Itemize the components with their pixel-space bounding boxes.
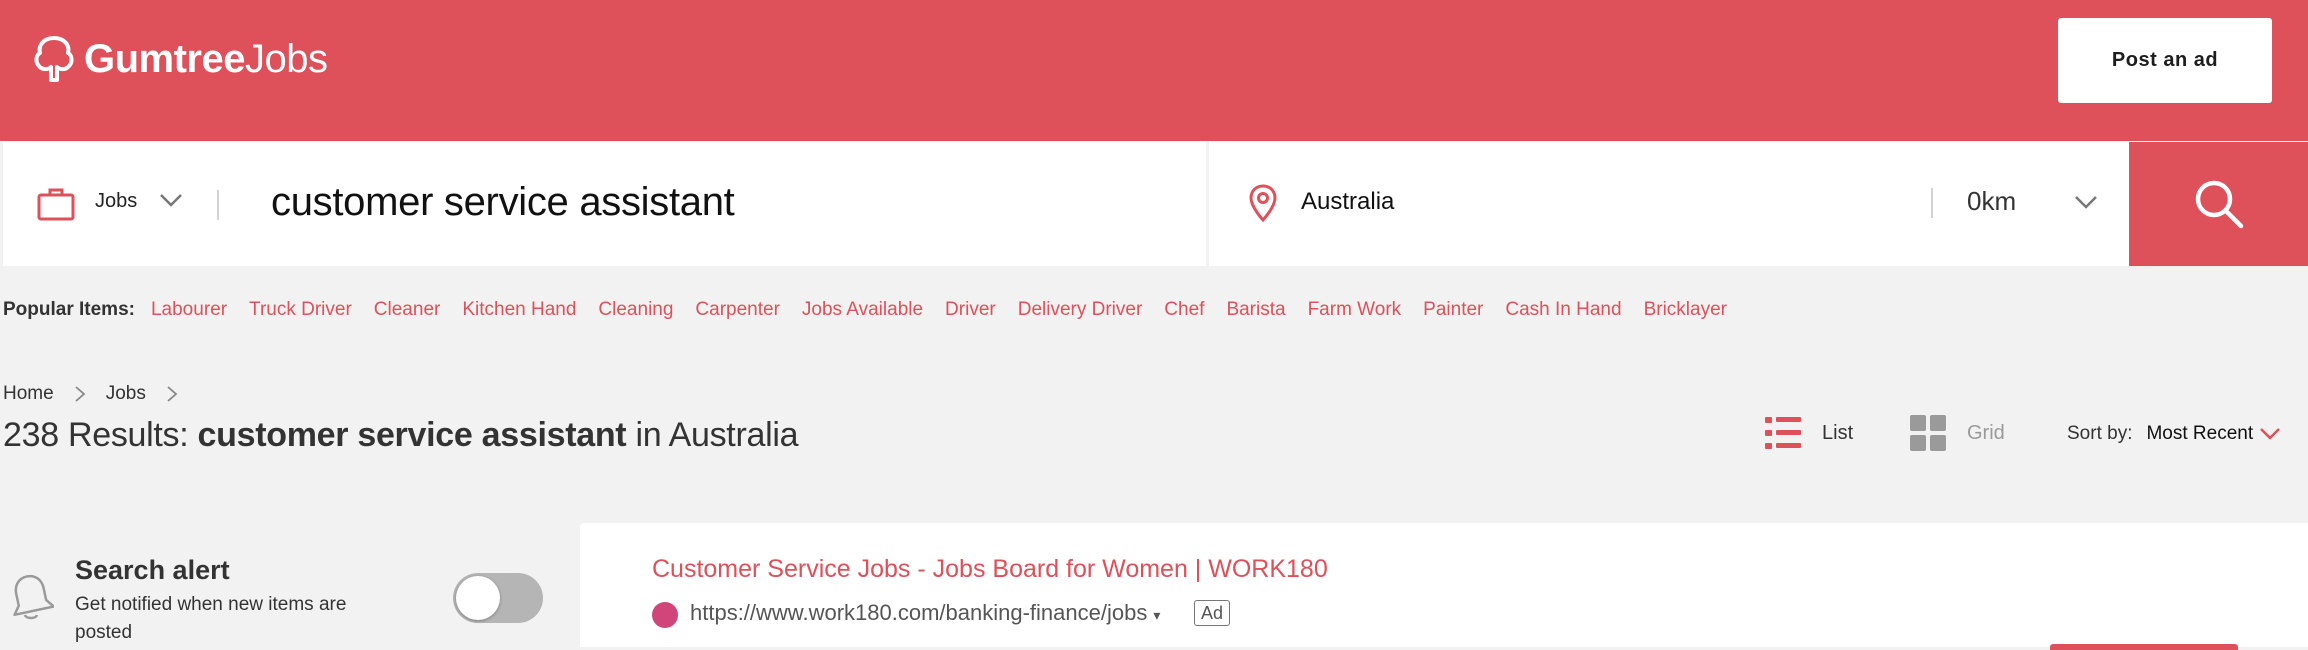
bell-icon [13, 574, 54, 620]
sort-control: Sort by: Most Recent [2067, 423, 2281, 445]
location-search-panel: Australia 0km [1209, 142, 2129, 266]
popular-item-link[interactable]: Jobs Available [802, 299, 923, 321]
breadcrumb-home[interactable]: Home [3, 383, 54, 405]
ad-badge: Ad [1194, 600, 1231, 626]
list-view-label: List [1822, 421, 1854, 444]
sort-label: Sort by: [2067, 423, 2133, 444]
location-pin-icon [1249, 184, 1277, 222]
popular-item-link[interactable]: Barista [1226, 299, 1285, 321]
popular-item-link[interactable]: Kitchen Hand [462, 299, 576, 321]
popular-item-link[interactable]: Driver [945, 299, 996, 321]
popular-items: Popular Items: Labourer Truck Driver Cle… [3, 298, 1749, 322]
search-button[interactable] [2129, 142, 2308, 266]
radius-select[interactable]: 0km [1967, 186, 2016, 217]
ad-cta-button-edge[interactable] [2050, 644, 2238, 650]
ad-title-link[interactable]: Customer Service Jobs - Jobs Board for W… [652, 555, 1328, 584]
category-select[interactable]: Jobs [95, 190, 137, 213]
list-view-icon [1765, 417, 1801, 449]
gumtree-jobs-logo[interactable]: Gumtree Jobs [34, 34, 328, 84]
results-heading: 238 Results: customer service assistant … [3, 416, 799, 455]
breadcrumb: Home Jobs [3, 383, 198, 405]
tree-logo-icon [34, 36, 74, 82]
ad-url-caret[interactable]: ▾ [1153, 607, 1160, 623]
chevron-right-icon [75, 386, 86, 402]
results-count: 238 Results: [3, 416, 198, 454]
toggle-knob [456, 576, 500, 620]
popular-item-link[interactable]: Delivery Driver [1018, 299, 1143, 321]
chevron-down-icon[interactable] [2259, 427, 2281, 441]
location-input[interactable]: Australia [1301, 188, 1394, 216]
popular-items-label: Popular Items: [3, 299, 135, 320]
popular-item-link[interactable]: Chef [1164, 299, 1204, 321]
divider [1931, 188, 1933, 218]
chevron-down-icon[interactable] [2074, 194, 2098, 210]
top-header: Gumtree Jobs Post an ad [0, 0, 2308, 141]
keyword-search-panel: Jobs customer service assistant [3, 142, 1206, 266]
work180-favicon-icon [652, 602, 678, 628]
search-alert-description: Get notified when new items are posted [75, 594, 347, 643]
popular-item-link[interactable]: Cleaner [374, 299, 441, 321]
sponsored-ad-card: Customer Service Jobs - Jobs Board for W… [580, 523, 2308, 650]
results-location: in Australia [626, 416, 799, 454]
search-bar: Jobs customer service assistant Australi… [3, 142, 2308, 266]
keyword-search-input[interactable]: customer service assistant [271, 180, 735, 225]
popular-item-link[interactable]: Carpenter [695, 299, 780, 321]
ad-url-link[interactable]: https://www.work180.com/banking-finance/… [690, 600, 1160, 626]
chevron-right-icon [167, 386, 178, 402]
sort-select[interactable]: Most Recent [2146, 423, 2253, 445]
search-icon [2195, 180, 2243, 229]
popular-item-link[interactable]: Cash In Hand [1505, 299, 1621, 321]
divider [217, 190, 219, 220]
search-alert-toggle[interactable] [453, 573, 543, 623]
list-view-toggle[interactable]: List [1764, 414, 1853, 452]
popular-item-link[interactable]: Bricklayer [1644, 299, 1727, 321]
ad-url-text: https://www.work180.com/banking-finance/… [690, 600, 1148, 625]
search-alert-title: Search alert [75, 555, 230, 585]
grid-view-icon [1910, 415, 1946, 451]
popular-item-link[interactable]: Farm Work [1308, 299, 1402, 321]
results-query: customer service assistant [197, 416, 627, 454]
brand-name: Gumtree [84, 36, 246, 81]
grid-view-label: Grid [1967, 421, 2005, 444]
popular-item-link[interactable]: Cleaning [598, 299, 673, 321]
popular-item-link[interactable]: Painter [1423, 299, 1483, 321]
brand-suffix: Jobs [245, 36, 328, 81]
chevron-down-icon[interactable] [159, 192, 183, 208]
briefcase-icon [37, 188, 75, 221]
popular-item-link[interactable]: Truck Driver [249, 299, 352, 321]
post-an-ad-button[interactable]: Post an ad [2058, 18, 2272, 103]
popular-item-link[interactable]: Labourer [151, 299, 227, 321]
breadcrumb-jobs[interactable]: Jobs [106, 383, 146, 405]
grid-view-toggle[interactable]: Grid [1909, 414, 2005, 452]
